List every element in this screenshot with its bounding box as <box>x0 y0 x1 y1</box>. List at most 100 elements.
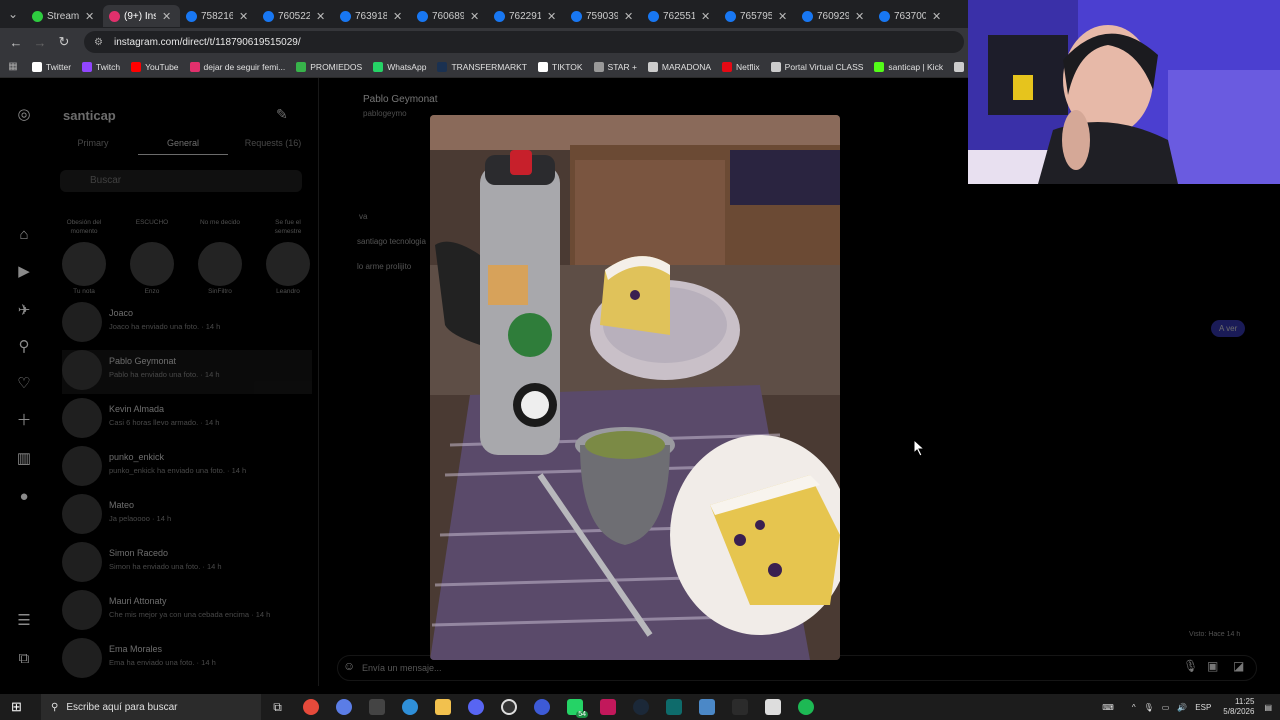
app-icon[interactable] <box>723 694 756 720</box>
apps-icon[interactable]: ▦ <box>0 61 26 72</box>
browser-tab[interactable]: 760522 ✕ <box>257 5 334 27</box>
tab-primary[interactable]: Primary <box>48 138 138 155</box>
browser-tab[interactable]: Stream ✕ <box>26 5 103 27</box>
notifications-icon[interactable]: ▤ <box>1264 703 1272 712</box>
site-info-icon[interactable]: ⚙ <box>94 37 108 48</box>
spotify-icon[interactable] <box>789 694 822 720</box>
home-icon[interactable]: ⌂ <box>15 226 33 244</box>
close-tab-icon[interactable]: ✕ <box>547 10 556 23</box>
note-item[interactable]: ESCUCHO Enzo <box>126 218 178 295</box>
microphone-icon[interactable]: 🎙 <box>1144 703 1154 712</box>
bookmark-item[interactable]: Portal Virtual CLASS <box>770 61 863 72</box>
sticker-icon[interactable]: ◪ <box>1233 659 1244 673</box>
search-icon[interactable]: ⚲ <box>15 338 33 356</box>
browser-tab[interactable]: 762551 ✕ <box>642 5 719 27</box>
conversation-list-item[interactable]: Mateo Ja pelaoooo · 14 h <box>62 494 312 538</box>
close-tab-icon[interactable]: ✕ <box>932 10 941 23</box>
browser-tab[interactable]: 760689 ✕ <box>411 5 488 27</box>
close-tab-icon[interactable]: ✕ <box>239 10 248 23</box>
task-view-icon[interactable]: ⧉ <box>261 694 294 720</box>
create-icon[interactable]: ＋ <box>15 412 33 430</box>
bookmark-item[interactable]: TRANSFERMARKT <box>437 61 527 72</box>
browser-tab[interactable]: 760929 ✕ <box>796 5 873 27</box>
language-indicator[interactable]: ESP <box>1195 703 1211 712</box>
browser-tab[interactable]: 763700 ✕ <box>873 5 950 27</box>
discord-icon[interactable] <box>459 694 492 720</box>
bookmark-item[interactable]: PROMIEDOS <box>296 61 362 72</box>
shield-icon[interactable] <box>690 694 723 720</box>
search-input[interactable]: Buscar <box>60 170 302 192</box>
bookmark-item[interactable]: STAR + <box>593 61 637 72</box>
conversation-header[interactable]: Pablo Geymonat pablogeymo <box>363 94 438 118</box>
chevron-up-icon[interactable]: ^ <box>1132 703 1136 712</box>
app-icon[interactable] <box>360 694 393 720</box>
profile-avatar-icon[interactable]: ● <box>15 488 33 506</box>
close-tab-icon[interactable]: ✕ <box>162 10 171 23</box>
chrome-icon[interactable] <box>294 694 327 720</box>
volume-icon[interactable]: 🔊 <box>1177 703 1187 712</box>
dashboard-icon[interactable]: ▥ <box>15 450 33 468</box>
microphone-icon[interactable]: 🎙 <box>1183 659 1198 673</box>
close-tab-icon[interactable]: ✕ <box>855 10 864 23</box>
whatsapp-icon[interactable]: 54 <box>558 694 591 720</box>
reels-icon[interactable]: ▶ <box>15 263 33 281</box>
tab-requests[interactable]: Requests (16) <box>228 138 318 155</box>
messages-icon[interactable]: ✈ <box>15 302 33 320</box>
more-icon[interactable]: ⧉ <box>15 650 33 668</box>
photo-viewer[interactable] <box>430 115 840 660</box>
app-icon[interactable] <box>525 694 558 720</box>
note-item[interactable]: Se fue el semestre Leandro <box>262 218 314 295</box>
new-message-icon[interactable]: ✎ <box>276 106 288 123</box>
bookmark-item[interactable]: Netflix <box>722 61 760 72</box>
close-tab-icon[interactable]: ✕ <box>85 10 94 23</box>
bookmark-item[interactable]: MARADONA <box>647 61 711 72</box>
bookmark-item[interactable]: Twitter <box>32 61 71 72</box>
back-icon[interactable]: ← <box>4 35 28 50</box>
browser-tab[interactable]: (9+) Ins ✕ <box>103 5 180 27</box>
note-item[interactable]: No me decido SinFiltro <box>194 218 246 295</box>
obs-icon[interactable] <box>492 694 525 720</box>
clock[interactable]: 11:25 5/8/2026 <box>1223 697 1254 717</box>
emoji-icon[interactable]: ☺ <box>343 659 355 673</box>
file-explorer-icon[interactable] <box>426 694 459 720</box>
bookmark-item[interactable]: TIKTOK <box>538 61 583 72</box>
taskbar-search-input[interactable]: ⚲ Escribe aquí para buscar <box>41 694 261 720</box>
steam-icon[interactable] <box>624 694 657 720</box>
tab-general[interactable]: General <box>138 138 228 155</box>
conversation-list-item[interactable]: Mauri Attonaty Che mis mejor ya con una c… <box>62 590 312 634</box>
close-tab-icon[interactable]: ✕ <box>624 10 633 23</box>
bookmark-item[interactable]: dejar de seguir femi... <box>189 61 285 72</box>
browser-tab[interactable]: 759039 ✕ <box>565 5 642 27</box>
account-username[interactable]: santicap <box>63 108 116 123</box>
reload-icon[interactable]: ↻ <box>52 34 76 50</box>
browser-tab[interactable]: 758216 ✕ <box>180 5 257 27</box>
close-tab-icon[interactable]: ✕ <box>701 10 710 23</box>
instagram-logo-icon[interactable]: ◎ <box>15 106 33 124</box>
conversation-list-item[interactable]: punko_enkick punko_enkick ha enviado una … <box>62 446 312 490</box>
image-icon[interactable]: ▣ <box>1207 659 1218 673</box>
bookmark-item[interactable]: YouTube <box>131 61 179 72</box>
keyboard-icon[interactable]: ⌨ <box>1102 703 1114 712</box>
close-tab-icon[interactable]: ✕ <box>778 10 787 23</box>
menu-icon[interactable]: ☰ <box>15 612 33 630</box>
forward-icon[interactable]: → <box>28 35 52 50</box>
address-bar[interactable]: ⚙ instagram.com/direct/t/118790619515029… <box>84 31 964 53</box>
tab-search-icon[interactable]: ⌄ <box>0 0 26 28</box>
close-tab-icon[interactable]: ✕ <box>316 10 325 23</box>
close-tab-icon[interactable]: ✕ <box>470 10 479 23</box>
close-tab-icon[interactable]: ✕ <box>393 10 402 23</box>
bookmark-item[interactable]: santicap | Kick <box>874 61 943 72</box>
network-icon[interactable]: ▭ <box>1162 703 1170 712</box>
conversation-list-item[interactable]: Ema Morales Ema ha enviado una foto. · 14… <box>62 638 312 682</box>
edge-icon[interactable] <box>393 694 426 720</box>
windows-start-icon[interactable]: ⊞ <box>0 694 33 720</box>
browser-tab[interactable]: 763918 ✕ <box>334 5 411 27</box>
conversation-list-item[interactable]: Kevin Almada Casi 6 horas llevo armado. ·… <box>62 398 312 442</box>
app-icon[interactable] <box>756 694 789 720</box>
notifications-icon[interactable]: ♡ <box>15 375 33 393</box>
bookmark-item[interactable]: Twitch <box>82 61 120 72</box>
browser-tab[interactable]: 762291 ✕ <box>488 5 565 27</box>
app-icon[interactable] <box>657 694 690 720</box>
app-icon[interactable] <box>591 694 624 720</box>
browser-tab[interactable]: 765795 ✕ <box>719 5 796 27</box>
